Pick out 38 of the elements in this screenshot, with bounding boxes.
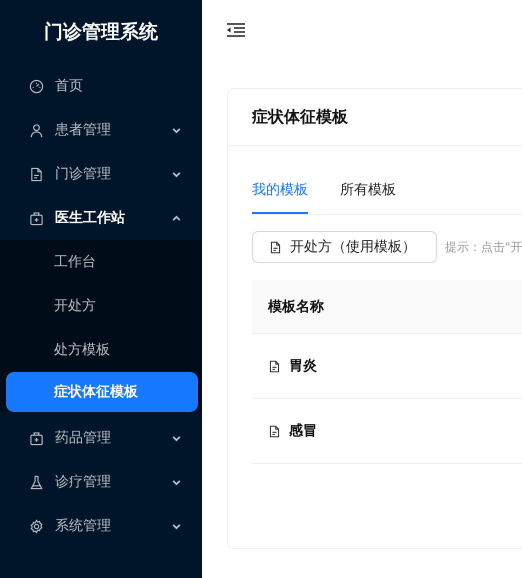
- menu-item[interactable]: 诊疗管理: [0, 460, 202, 504]
- app-title: 门诊管理系统: [43, 20, 159, 45]
- flask-icon: [29, 474, 44, 490]
- document-icon: [269, 240, 282, 254]
- gauge-icon: [29, 78, 44, 94]
- submenu-item[interactable]: 工作台: [6, 240, 198, 284]
- medical-kit-icon: [29, 430, 44, 446]
- document-icon: [268, 424, 281, 438]
- menu-label: 首页: [55, 77, 84, 95]
- document-icon: [29, 166, 44, 182]
- document-icon: [268, 360, 281, 372]
- menu-label: 门诊管理: [55, 165, 112, 183]
- hint-text: 提示：点击"开: [445, 238, 522, 256]
- submenu-item[interactable]: 症状体征模板: [6, 372, 198, 412]
- table-cell: 感冒: [289, 422, 317, 440]
- card-title: 症状体征模板: [252, 106, 348, 128]
- menu-item[interactable]: 首页: [0, 64, 202, 108]
- medical-kit-icon: [29, 210, 44, 226]
- menu-label: 医生工作站: [55, 209, 126, 227]
- menu-label: 系统管理: [55, 517, 112, 535]
- column-header: 模板名称: [268, 298, 324, 316]
- menu-item[interactable]: 医生工作站: [0, 196, 202, 240]
- menu-item[interactable]: 患者管理: [0, 108, 202, 152]
- tab[interactable]: 所有模板: [340, 168, 396, 214]
- submenu-item[interactable]: 开处方: [6, 284, 198, 328]
- user-icon: [29, 122, 44, 138]
- table-cell: 胃炎: [289, 357, 317, 375]
- menu-item[interactable]: 门诊管理: [0, 152, 202, 196]
- menu-label: 药品管理: [55, 429, 112, 447]
- prescribe-button[interactable]: 开处方（使用模板）: [252, 231, 437, 263]
- menu-fold-icon[interactable]: [227, 23, 245, 37]
- menu-label: 患者管理: [55, 121, 112, 139]
- settings-icon: [29, 518, 44, 534]
- menu-item[interactable]: 系统管理: [0, 504, 202, 548]
- submenu-item[interactable]: 处方模板: [6, 328, 198, 372]
- menu-label: 诊疗管理: [55, 473, 112, 491]
- tab[interactable]: 我的模板: [252, 168, 308, 214]
- menu-item[interactable]: 药品管理: [0, 416, 202, 460]
